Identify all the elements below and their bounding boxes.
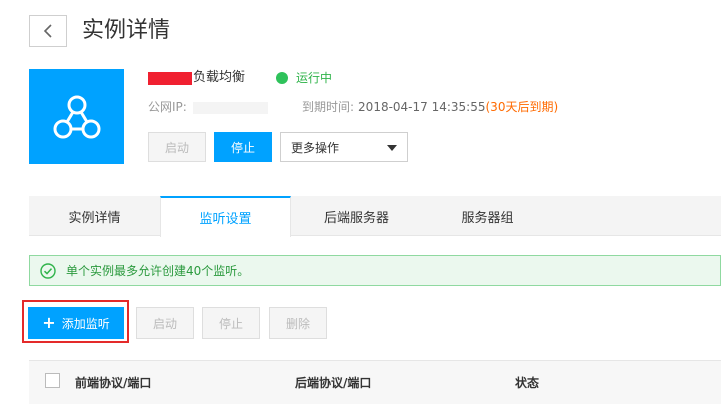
column-status[interactable]: 状态 bbox=[515, 374, 539, 391]
notice-text: 单个实例最多允许创建40个监听。 bbox=[66, 264, 250, 278]
check-circle-icon bbox=[40, 262, 56, 279]
column-frontend-protocol[interactable]: 前端协议/端口 bbox=[75, 374, 151, 391]
redacted-name bbox=[148, 71, 192, 85]
public-ip-label: 公网IP: bbox=[148, 100, 187, 114]
back-button[interactable] bbox=[29, 15, 67, 47]
expire-warning: (30天后到期) bbox=[485, 100, 559, 114]
caret-down-icon bbox=[387, 145, 397, 151]
status-dot-icon bbox=[276, 72, 288, 84]
listener-table-header: 前端协议/端口 后端协议/端口 状态 bbox=[29, 360, 721, 404]
status-text: 运行中 bbox=[296, 71, 333, 85]
expire-time: 到期时间: 2018-04-17 14:35:55(30天后到期) bbox=[302, 98, 558, 116]
start-button[interactable]: 启动 bbox=[148, 132, 206, 162]
more-actions-label: 更多操作 bbox=[291, 140, 340, 155]
instance-name: 负载均衡 bbox=[148, 69, 245, 87]
tab-bar: 实例详情 监听设置 后端服务器 服务器组 bbox=[29, 196, 721, 237]
chevron-left-icon bbox=[43, 24, 52, 38]
expire-label: 到期时间: bbox=[302, 100, 355, 114]
tab-listener-settings[interactable]: 监听设置 bbox=[160, 196, 291, 237]
expire-value: 2018-04-17 14:35:55 bbox=[358, 100, 486, 114]
public-ip: 公网IP: bbox=[148, 98, 268, 116]
stop-button[interactable]: 停止 bbox=[214, 132, 272, 162]
listener-start-button[interactable]: 启动 bbox=[136, 307, 194, 339]
add-listener-label: 添加监听 bbox=[61, 316, 110, 331]
page-title: 实例详情 bbox=[82, 18, 171, 43]
load-balancer-logo bbox=[29, 69, 124, 164]
tab-server-groups[interactable]: 服务器组 bbox=[422, 196, 553, 236]
add-listener-button[interactable]: + 添加监听 bbox=[28, 307, 124, 339]
plus-icon: + bbox=[42, 313, 56, 332]
instance-name-suffix: 负载均衡 bbox=[193, 70, 246, 85]
info-notice: 单个实例最多允许创建40个监听。 bbox=[29, 255, 721, 286]
column-backend-protocol[interactable]: 后端协议/端口 bbox=[295, 374, 371, 391]
listener-delete-button[interactable]: 删除 bbox=[269, 307, 327, 339]
listener-stop-button[interactable]: 停止 bbox=[202, 307, 260, 339]
status-badge: 运行中 bbox=[276, 69, 332, 87]
redacted-ip bbox=[192, 101, 268, 114]
tab-backend-servers[interactable]: 后端服务器 bbox=[291, 196, 422, 236]
more-actions-dropdown[interactable]: 更多操作 bbox=[280, 132, 408, 162]
load-balancer-network-icon bbox=[53, 95, 100, 138]
tab-instance-detail[interactable]: 实例详情 bbox=[29, 196, 160, 236]
select-all-checkbox[interactable] bbox=[45, 373, 60, 388]
